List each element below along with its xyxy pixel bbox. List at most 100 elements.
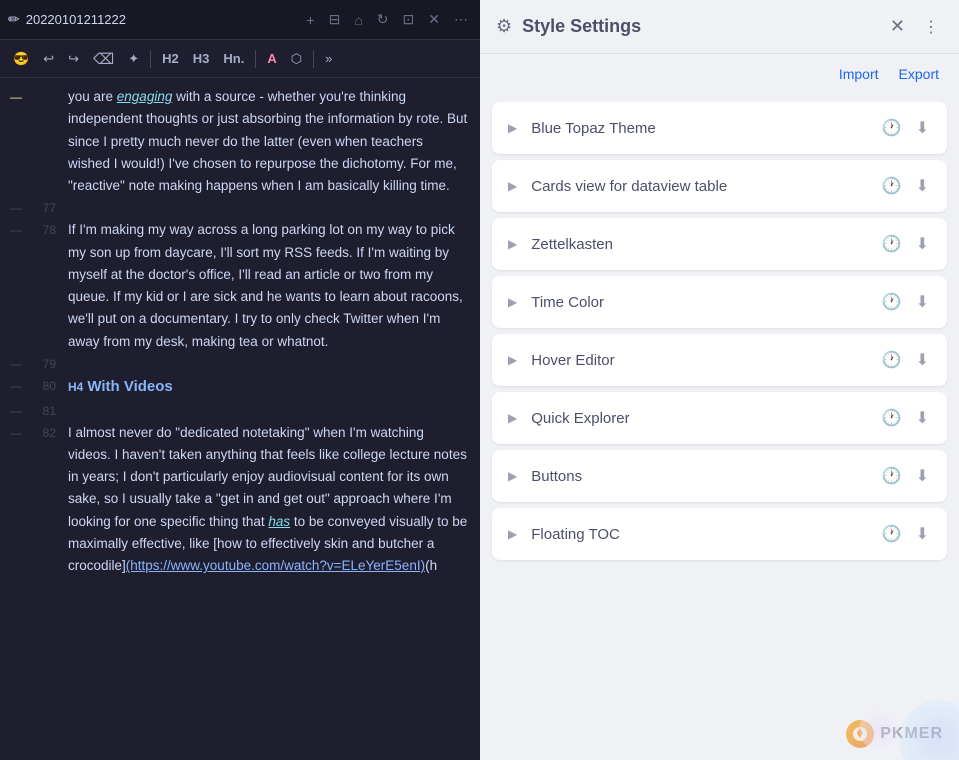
redo-btn[interactable]: ↪: [63, 48, 84, 70]
item-label: Zettelkasten: [531, 236, 869, 253]
line-row: — 81: [0, 400, 480, 422]
h2-btn[interactable]: H2: [157, 48, 184, 69]
close-button[interactable]: ✕: [886, 12, 909, 41]
item-actions: 🕐 ⬇: [880, 348, 931, 372]
home-btn[interactable]: ⌂: [350, 10, 366, 30]
settings-item-time-color[interactable]: ▶ Time Color 🕐 ⬇: [492, 276, 947, 328]
download-button[interactable]: ⬇: [914, 464, 931, 488]
erase-btn[interactable]: ⌫: [88, 47, 119, 71]
settings-item-buttons[interactable]: ▶ Buttons 🕐 ⬇: [492, 450, 947, 502]
item-actions: 🕐 ⬇: [880, 522, 931, 546]
separator-3: [313, 50, 314, 68]
item-actions: 🕐 ⬇: [880, 406, 931, 430]
more-options-icon[interactable]: ⋮: [919, 13, 943, 41]
line-row: — 82 I almost never do "dedicated noteta…: [0, 422, 480, 578]
separator-2: [255, 50, 256, 68]
settings-item-cards-view[interactable]: ▶ Cards view for dataview table 🕐 ⬇: [492, 160, 947, 212]
line-number: 77: [32, 197, 64, 218]
line-number: 81: [32, 400, 64, 421]
add-tab-btn[interactable]: +: [302, 10, 318, 30]
item-actions: 🕐 ⬇: [880, 174, 931, 198]
hn-btn[interactable]: Hn.: [218, 48, 249, 69]
line-number: 80: [32, 375, 64, 396]
line-number: 79: [32, 353, 64, 374]
emoji-btn[interactable]: 😎: [8, 48, 34, 70]
more-toolbar-btn[interactable]: »: [320, 48, 337, 69]
settings-header: ⚙ Style Settings ✕ ⋮: [480, 0, 959, 54]
expand-arrow-icon: ▶: [508, 527, 517, 541]
item-label: Blue Topaz Theme: [531, 120, 869, 137]
split-view-btn[interactable]: ⊟: [325, 9, 345, 30]
tab-bar: ✏ 20220101211222 + ⊟ ⌂ ↻ ⊡ ✕ ⋯: [0, 0, 480, 40]
settings-item-quick-explorer[interactable]: ▶ Quick Explorer 🕐 ⬇: [492, 392, 947, 444]
marker-btn[interactable]: ✦: [123, 48, 144, 70]
expand-arrow-icon: ▶: [508, 295, 517, 309]
photo-btn[interactable]: ⊡: [399, 9, 419, 30]
fold-indicator[interactable]: —: [0, 86, 32, 107]
separator-1: [150, 50, 151, 68]
reset-button[interactable]: 🕐: [880, 348, 904, 372]
line-row: — you are engaging with a source - wheth…: [0, 86, 480, 197]
item-label: Floating TOC: [531, 526, 869, 543]
line-number: [32, 86, 64, 88]
download-button[interactable]: ⬇: [914, 232, 931, 256]
download-button[interactable]: ⬇: [914, 406, 931, 430]
reset-button[interactable]: 🕐: [880, 116, 904, 140]
item-label: Cards view for dataview table: [531, 178, 869, 195]
line-text[interactable]: If I'm making my way across a long parki…: [64, 219, 480, 353]
expand-arrow-icon: ▶: [508, 121, 517, 135]
fold-indicator[interactable]: —: [0, 219, 32, 240]
refresh-btn[interactable]: ↻: [373, 9, 393, 30]
line-text[interactable]: you are engaging with a source - whether…: [64, 86, 480, 197]
expand-arrow-icon: ▶: [508, 237, 517, 251]
download-button[interactable]: ⬇: [914, 522, 931, 546]
reset-button[interactable]: 🕐: [880, 522, 904, 546]
settings-item-floating-toc[interactable]: ▶ Floating TOC 🕐 ⬇: [492, 508, 947, 560]
export-button[interactable]: Export: [895, 64, 943, 84]
expand-arrow-icon: ▶: [508, 411, 517, 425]
expand-arrow-icon: ▶: [508, 179, 517, 193]
item-actions: 🕐 ⬇: [880, 232, 931, 256]
reset-button[interactable]: 🕐: [880, 464, 904, 488]
left-panel: ✏ 20220101211222 + ⊟ ⌂ ↻ ⊡ ✕ ⋯ 😎 ↩ ↪ ⌫ ✦…: [0, 0, 480, 760]
download-button[interactable]: ⬇: [914, 116, 931, 140]
fold-indicator[interactable]: —: [0, 375, 32, 396]
pkmer-logo-icon: [846, 720, 874, 748]
settings-item-blue-topaz[interactable]: ▶ Blue Topaz Theme 🕐 ⬇: [492, 102, 947, 154]
fold-indicator[interactable]: —: [0, 400, 32, 421]
item-label: Time Color: [531, 294, 869, 311]
line-text[interactable]: I almost never do "dedicated notetaking"…: [64, 422, 480, 578]
text-color-btn[interactable]: A: [262, 48, 281, 69]
reset-button[interactable]: 🕐: [880, 406, 904, 430]
h3-btn[interactable]: H3: [188, 48, 215, 69]
expand-arrow-icon: ▶: [508, 353, 517, 367]
highlight-btn[interactable]: ⬡: [286, 48, 307, 70]
reset-button[interactable]: 🕐: [880, 290, 904, 314]
fold-indicator[interactable]: —: [0, 422, 32, 443]
right-panel: ⚙ Style Settings ✕ ⋮ Import Export ▶ Blu…: [480, 0, 959, 760]
settings-list: ▶ Blue Topaz Theme 🕐 ⬇ ▶ Cards view for …: [480, 94, 959, 760]
download-button[interactable]: ⬇: [914, 348, 931, 372]
editor-content[interactable]: — you are engaging with a source - wheth…: [0, 78, 480, 760]
item-label: Hover Editor: [531, 352, 869, 369]
settings-actions: Import Export: [480, 54, 959, 94]
undo-btn[interactable]: ↩: [38, 48, 59, 70]
fold-indicator[interactable]: —: [0, 197, 32, 218]
line-text[interactable]: H4With Videos: [64, 375, 480, 400]
download-button[interactable]: ⬇: [914, 290, 931, 314]
tab-title: 20220101211222: [26, 12, 297, 27]
fold-indicator[interactable]: —: [0, 353, 32, 374]
close-tab-btn[interactable]: ✕: [424, 9, 444, 30]
pkmer-watermark: PKMER: [846, 720, 943, 748]
reset-button[interactable]: 🕐: [880, 174, 904, 198]
line-row: — 80 H4With Videos: [0, 375, 480, 400]
download-button[interactable]: ⬇: [914, 174, 931, 198]
import-button[interactable]: Import: [835, 64, 883, 84]
item-actions: 🕐 ⬇: [880, 464, 931, 488]
line-number: 78: [32, 219, 64, 240]
reset-button[interactable]: 🕐: [880, 232, 904, 256]
more-options-btn[interactable]: ⋯: [450, 9, 472, 30]
settings-item-zettelkasten[interactable]: ▶ Zettelkasten 🕐 ⬇: [492, 218, 947, 270]
settings-item-hover-editor[interactable]: ▶ Hover Editor 🕐 ⬇: [492, 334, 947, 386]
pkmer-text: PKMER: [880, 725, 943, 743]
